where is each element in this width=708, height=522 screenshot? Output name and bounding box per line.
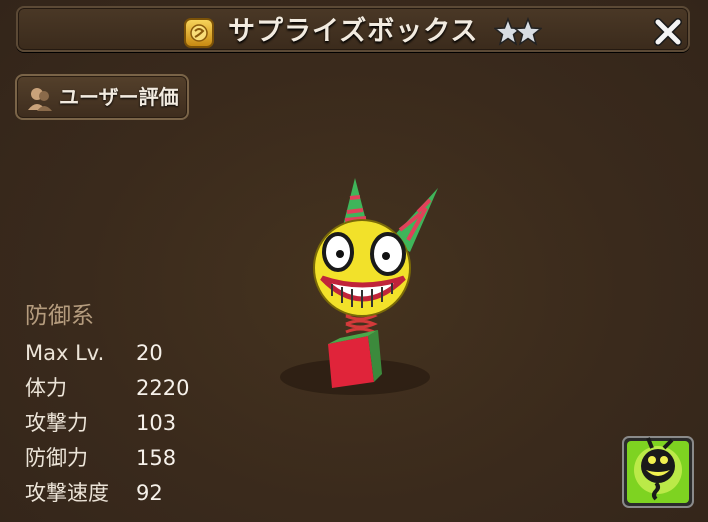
stat-value: 158 bbox=[136, 446, 177, 470]
stat-value: 103 bbox=[136, 411, 177, 435]
stat-label: 体力 bbox=[25, 376, 67, 400]
stat-value: 92 bbox=[136, 481, 163, 505]
gold-coin-icon bbox=[184, 18, 214, 48]
stat-value: 2220 bbox=[136, 376, 190, 400]
user-rating-button[interactable]: ユーザー評価 bbox=[15, 74, 189, 120]
close-icon bbox=[654, 18, 682, 46]
stat-label: 攻撃速度 bbox=[25, 481, 109, 505]
stat-value: 20 bbox=[136, 341, 163, 365]
stat-label: 防御力 bbox=[25, 446, 88, 470]
surprise-box-skill-icon bbox=[622, 436, 694, 508]
star-icon bbox=[494, 16, 524, 46]
close-button[interactable] bbox=[652, 16, 684, 48]
star-icon bbox=[512, 16, 542, 46]
stat-label: 攻撃力 bbox=[25, 411, 88, 435]
skill-button[interactable] bbox=[622, 436, 694, 508]
surprise-box-monster bbox=[280, 178, 438, 395]
user-rating-label: ユーザー評価 bbox=[59, 85, 179, 109]
monster-category: 防御系 bbox=[25, 303, 94, 329]
page-title: サプライズボックス bbox=[228, 16, 479, 47]
user-silhouette-icon bbox=[28, 88, 52, 111]
star-rating bbox=[494, 16, 542, 46]
stat-label: Max Lv. bbox=[25, 341, 105, 365]
